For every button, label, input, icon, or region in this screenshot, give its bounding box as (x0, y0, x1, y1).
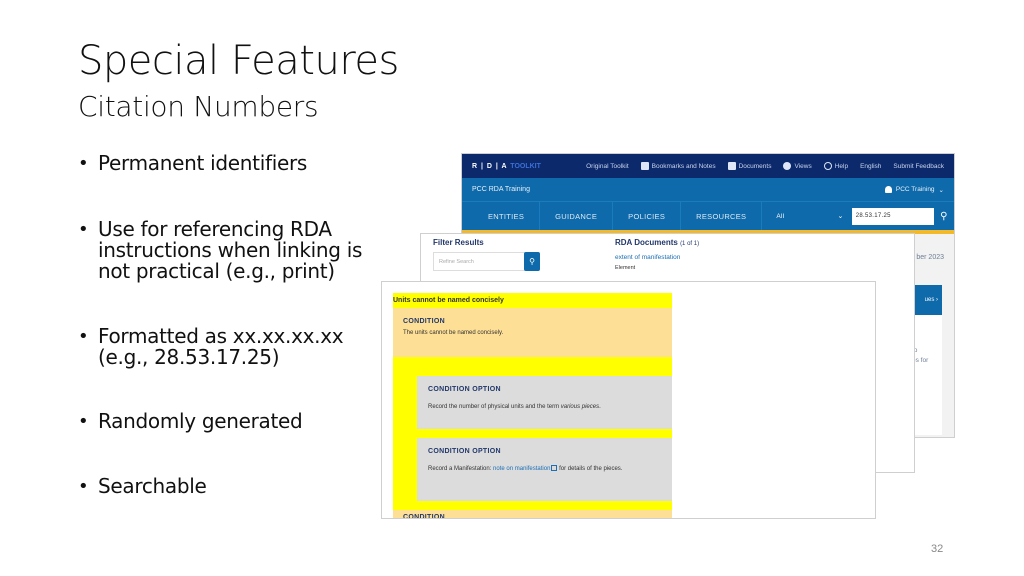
slide-subtitle: Citation Numbers (78, 90, 319, 123)
search-scope-select[interactable]: All ⌄ (776, 202, 843, 230)
condition-label: CONDITION (403, 318, 445, 325)
tab-entities[interactable]: ENTITIES (462, 202, 541, 230)
feedback-link[interactable]: Submit Feedback (893, 163, 944, 170)
toolkit-topbar: R | D | A TOOLKIT Original Toolkit Bookm… (462, 154, 954, 178)
refine-search-input[interactable]: Refine Search (433, 252, 525, 271)
user-menu[interactable]: PCC Training ⌄ (884, 186, 944, 194)
condition-text: The units cannot be named concisely. (403, 330, 504, 336)
bullet-item: Searchable (78, 476, 378, 498)
chevron-down-icon: ⌄ (837, 213, 844, 220)
date-fragment: ber 2023 (916, 254, 944, 261)
bullet-item: Randomly generated (78, 411, 378, 433)
condition-option: CONDITION OPTION Record a Manifestation:… (417, 438, 672, 501)
help-link[interactable]: Help (823, 162, 848, 170)
documents-link[interactable]: Documents (727, 162, 771, 170)
bookmark-icon (640, 162, 649, 170)
section-heading: Units cannot be named concisely (393, 297, 504, 304)
tab-resources[interactable]: RESOURCES (681, 202, 763, 230)
bullet-item: Use for referencing RDA instructions whe… (78, 219, 378, 282)
chevron-down-icon: ⌄ (938, 186, 944, 194)
bookmarks-link[interactable]: Bookmarks and Notes (640, 162, 716, 170)
original-toolkit-link[interactable]: Original Toolkit (586, 163, 629, 170)
conditions-screenshot: Units cannot be named concisely CONDITIO… (381, 281, 876, 519)
profile-name: PCC RDA Training (472, 186, 530, 193)
next-condition: CONDITION (393, 510, 672, 518)
help-icon (823, 162, 832, 170)
gear-icon (783, 162, 792, 170)
result-type: Element (615, 265, 636, 271)
rda-documents-title: RDA Documents (1 of 1) (615, 238, 700, 247)
condition-option: CONDITION OPTION Record the number of ph… (417, 376, 672, 429)
page-number: 32 (931, 543, 944, 555)
search-icon[interactable]: ⚲ (934, 211, 954, 222)
language-link[interactable]: English (860, 163, 881, 170)
result-link[interactable]: extent of manifestation (615, 254, 680, 261)
rda-logo: R | D | A TOOLKIT (472, 162, 541, 170)
note-on-manifestation-link[interactable]: note on manifestation (493, 466, 550, 472)
bullet-item: Permanent identifiers (78, 153, 378, 175)
slide-title: Special Features (78, 38, 399, 84)
partial-button[interactable]: ues › (914, 285, 942, 315)
user-icon (884, 186, 892, 193)
filter-results-title: Filter Results (433, 238, 484, 247)
highlighted-section: Units cannot be named concisely CONDITIO… (393, 293, 672, 518)
profile-bar: PCC RDA Training PCC Training ⌄ (462, 178, 954, 201)
views-link[interactable]: Views (783, 162, 812, 170)
condition-box: CONDITION The units cannot be named conc… (393, 308, 672, 357)
search-icon[interactable]: ⚲ (524, 252, 540, 271)
search-input[interactable]: 28.53.17.25 (851, 207, 934, 225)
main-nav: ENTITIES GUIDANCE POLICIES RESOURCES All… (462, 201, 954, 230)
bullet-item: Formatted as xx.xx.xx.xx (e.g., 28.53.17… (78, 326, 378, 368)
document-icon (727, 162, 736, 170)
tab-policies[interactable]: POLICIES (613, 202, 682, 230)
tab-guidance[interactable]: GUIDANCE (540, 202, 614, 230)
